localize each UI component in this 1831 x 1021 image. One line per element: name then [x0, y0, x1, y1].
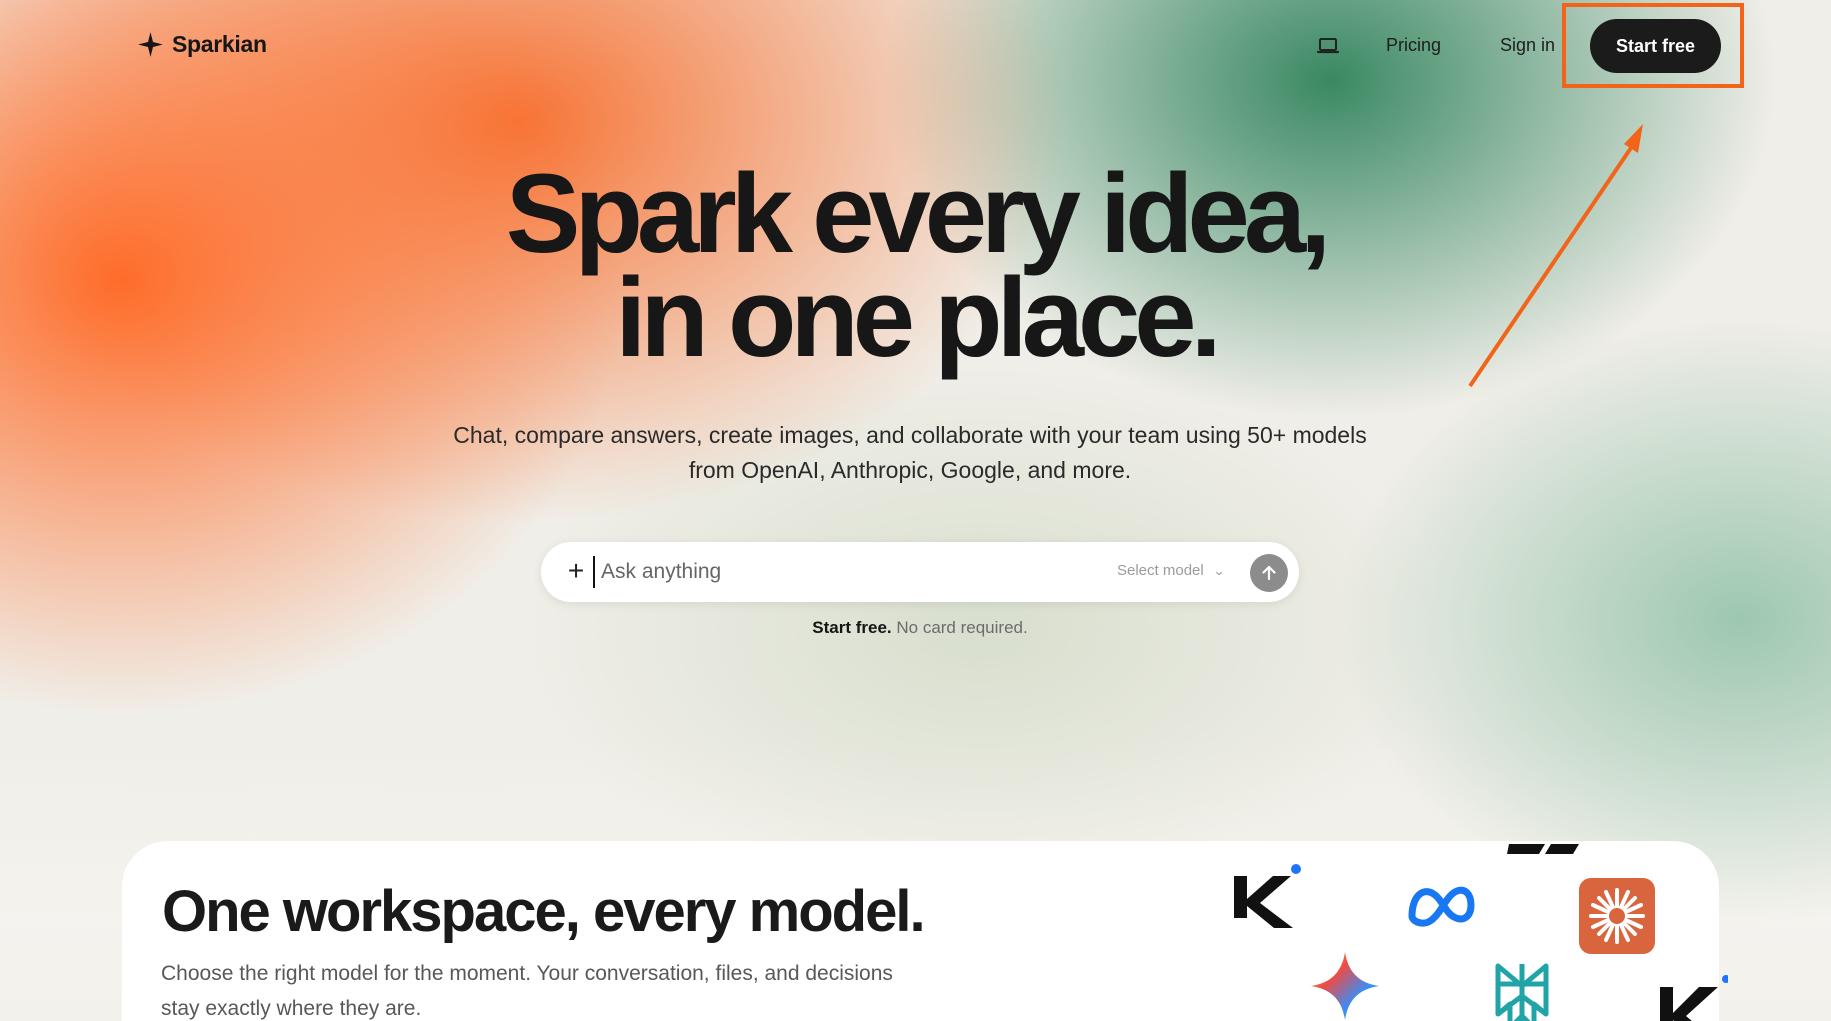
- section-title: One workspace, every model.: [162, 879, 926, 944]
- kimi-logo-icon: [1234, 864, 1301, 928]
- add-attachment-icon[interactable]: +: [561, 557, 591, 587]
- signup-helper-text: Start free. No card required.: [0, 618, 1831, 638]
- top-navigation: Sparkian Pricing Sign in Start free: [0, 0, 1831, 92]
- kimi-logo-secondary-icon: [1660, 975, 1728, 1021]
- model-select-label: Select model: [1117, 562, 1204, 579]
- laptop-icon[interactable]: [1316, 36, 1340, 56]
- hero-title: Spark every idea, in one place.: [0, 151, 1831, 380]
- hero-subtitle: Chat, compare answers, create images, an…: [450, 418, 1370, 488]
- prompt-input[interactable]: [593, 556, 1093, 588]
- hero-title-line-1: Spark every idea,: [505, 151, 1331, 276]
- gemini-logo-icon: [1311, 952, 1379, 1020]
- pricing-link[interactable]: Pricing: [1386, 35, 1441, 56]
- prompt-bar: + Select model ⌄: [541, 542, 1299, 602]
- hero-subtitle-line-2: from OpenAI, Anthropic, Google, and more…: [688, 457, 1132, 483]
- section-body: Choose the right model for the moment. Y…: [161, 962, 893, 1020]
- perplexity-logo-icon: [1495, 963, 1549, 1021]
- helper-strong-text: Start free.: [812, 618, 892, 637]
- annotation-highlight-box: [1562, 3, 1744, 88]
- meta-logo-icon: [1408, 886, 1475, 927]
- claude-logo-icon: [1579, 878, 1655, 954]
- brand-logo-link[interactable]: Sparkian: [137, 31, 267, 58]
- send-button[interactable]: [1250, 554, 1288, 592]
- helper-secondary-text: No card required.: [891, 618, 1028, 637]
- hero-title-line-2: in one place.: [615, 255, 1221, 380]
- openai-logo-strip-icon: [1507, 844, 1579, 854]
- page: Sparkian Pricing Sign in Start free Spar…: [0, 0, 1831, 1021]
- model-select[interactable]: Select model ⌄: [1117, 562, 1225, 579]
- sparkle-icon: [138, 32, 163, 57]
- sign-in-link[interactable]: Sign in: [1500, 35, 1555, 56]
- arrow-up-icon: [1262, 565, 1276, 581]
- hero-subtitle-line-1: Chat, compare answers, create images, an…: [453, 422, 1367, 448]
- chevron-down-icon: ⌄: [1212, 563, 1225, 578]
- brand-name: Sparkian: [172, 31, 267, 57]
